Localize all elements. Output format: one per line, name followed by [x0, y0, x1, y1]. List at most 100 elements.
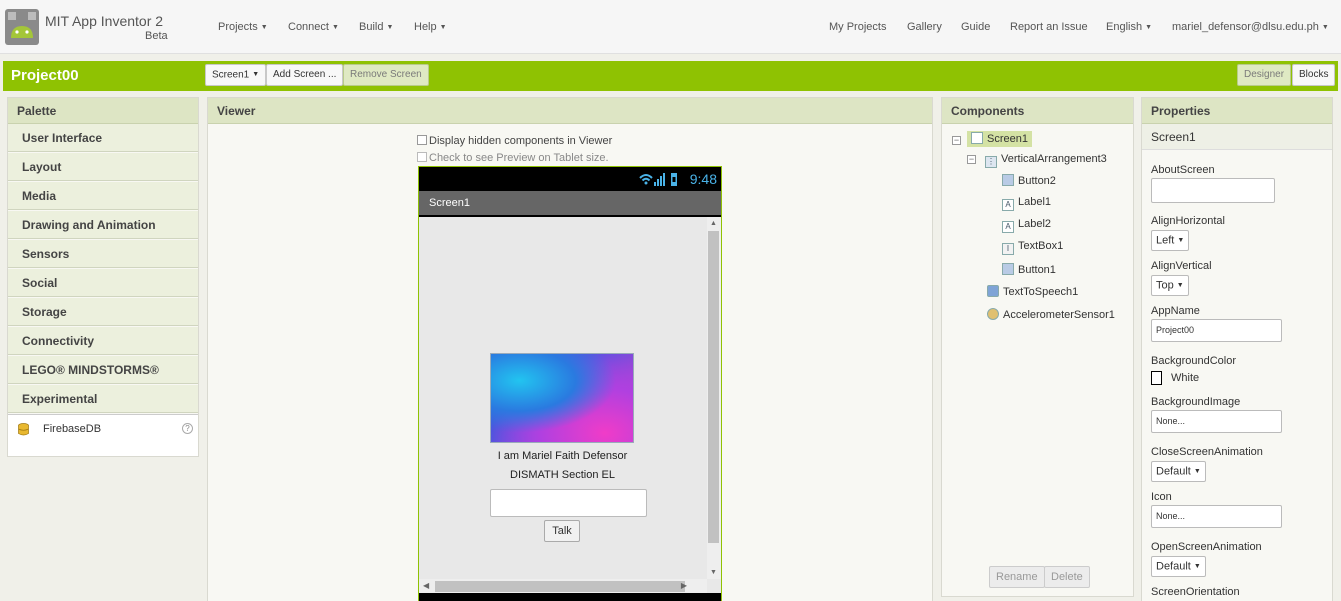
scroll-left-icon[interactable]: ◀ — [423, 581, 429, 590]
caret-down-icon: ▼ — [1176, 282, 1184, 289]
menu-help[interactable]: Help ▼ — [414, 21, 447, 33]
prop-label-icon: Icon — [1151, 491, 1172, 503]
remove-screen-button[interactable]: Remove Screen — [343, 64, 429, 86]
tree-item-screen1[interactable]: Screen1 — [967, 131, 1032, 147]
button-icon — [1002, 174, 1014, 186]
help-icon[interactable]: ? — [182, 423, 193, 434]
background-image[interactable] — [490, 353, 634, 443]
phone-screen: I am Mariel Faith Defensor DISMATH Secti… — [419, 215, 721, 593]
add-screen-button[interactable]: Add Screen ... — [266, 64, 344, 86]
caret-down-icon: ▼ — [386, 23, 394, 31]
palette-category-storage[interactable]: Storage — [8, 298, 198, 326]
link-gallery[interactable]: Gallery — [907, 21, 942, 33]
rename-button[interactable]: Rename — [989, 566, 1045, 588]
icon-input[interactable]: None... — [1151, 505, 1282, 528]
phone-nav-bar — [419, 593, 721, 601]
menu-connect[interactable]: Connect ▼ — [288, 21, 339, 33]
prop-label-backgroundimage: BackgroundImage — [1151, 396, 1241, 408]
scroll-down-icon[interactable]: ▼ — [710, 569, 717, 576]
phone-clock: 9:48 — [689, 171, 717, 187]
tree-item-texttospeech1[interactable]: TextToSpeech1 — [987, 285, 1078, 298]
screen-select[interactable]: Screen1 ▼ — [205, 64, 267, 86]
prop-label-aboutscreen: AboutScreen — [1151, 164, 1215, 176]
tree-item-label1[interactable]: A Label1 — [1002, 196, 1051, 211]
properties-panel: Properties Screen1 AboutScreen AlignHori… — [1141, 97, 1333, 601]
palette-category-layout[interactable]: Layout — [8, 153, 198, 181]
tree-item-verticalarrangement3[interactable]: ⋮ VerticalArrangement3 — [985, 153, 1107, 168]
caret-down-icon: ▼ — [1177, 237, 1185, 244]
palette-category-connectivity[interactable]: Connectivity — [8, 327, 198, 355]
caret-down-icon: ▼ — [260, 23, 268, 31]
prop-label-screenorientation: ScreenOrientation — [1151, 586, 1240, 598]
app-beta-label: Beta — [145, 30, 168, 42]
signal-battery-icon — [639, 173, 677, 186]
top-bar: MIT App Inventor 2 Beta Projects ▼ Connec… — [0, 0, 1341, 54]
tablet-preview-checkbox[interactable] — [417, 152, 427, 162]
textbox1[interactable] — [490, 489, 647, 517]
caret-down-icon: ▼ — [439, 23, 447, 31]
palette-category-drawing-animation[interactable]: Drawing and Animation — [8, 211, 198, 239]
speech-bubble-icon — [987, 285, 999, 297]
caret-down-icon: ▼ — [1321, 23, 1329, 31]
phone-status-bar: 9:48 — [419, 167, 721, 191]
blocks-button[interactable]: Blocks — [1292, 64, 1336, 86]
scroll-up-icon[interactable]: ▲ — [710, 220, 717, 227]
tree-item-accelerometersensor1[interactable]: AccelerometerSensor1 — [987, 308, 1115, 321]
palette-category-sensors[interactable]: Sensors — [8, 240, 198, 268]
tree-item-label2[interactable]: A Label2 — [1002, 218, 1051, 233]
appname-input[interactable]: Project00 — [1151, 319, 1282, 342]
scroll-right-icon[interactable]: ▶ — [681, 581, 687, 590]
vertical-scrollbar[interactable]: ▲ ▼ — [707, 217, 721, 579]
palette-category-experimental[interactable]: Experimental — [8, 385, 198, 413]
components-title: Components — [942, 98, 1133, 124]
menu-projects[interactable]: Projects ▼ — [218, 21, 268, 33]
palette-panel: Palette User Interface Layout Media Draw… — [7, 97, 199, 457]
tree-item-button1[interactable]: Button1 — [1002, 263, 1056, 276]
collapse-icon[interactable]: − — [967, 155, 976, 164]
tree-item-button2[interactable]: Button2 — [1002, 174, 1056, 187]
arrangement-icon: ⋮ — [985, 156, 997, 168]
link-my-projects[interactable]: My Projects — [829, 21, 886, 33]
alignhorizontal-select[interactable]: Left ▼ — [1151, 230, 1190, 251]
palette-category-social[interactable]: Social — [8, 269, 198, 297]
language-menu[interactable]: English ▼ — [1106, 21, 1152, 33]
palette-category-user-interface[interactable]: User Interface — [8, 124, 198, 152]
screen-icon — [971, 132, 983, 144]
display-hidden-checkbox-row[interactable]: Display hidden components in Viewer — [417, 135, 612, 147]
display-hidden-checkbox[interactable] — [417, 135, 427, 145]
label-icon: A — [1002, 199, 1014, 211]
backgroundcolor-value[interactable]: White — [1171, 372, 1199, 384]
app-inventor-logo-icon[interactable] — [4, 8, 40, 46]
caret-down-icon: ▼ — [1193, 468, 1201, 475]
alignvertical-select[interactable]: Top ▼ — [1151, 275, 1189, 296]
tablet-preview-checkbox-row[interactable]: Check to see Preview on Tablet size. — [417, 152, 609, 164]
aboutscreen-textarea[interactable] — [1151, 178, 1275, 203]
prop-label-appname: AppName — [1151, 305, 1200, 317]
vertical-scroll-thumb[interactable] — [708, 231, 719, 543]
user-menu[interactable]: mariel_defensor@dlsu.edu.ph ▼ — [1172, 21, 1329, 33]
link-report-issue[interactable]: Report an Issue — [1010, 21, 1088, 33]
designer-button[interactable]: Designer — [1237, 64, 1292, 86]
tree-item-textbox1[interactable]: I TextBox1 — [1002, 240, 1063, 255]
palette-category-lego[interactable]: LEGO® MINDSTORMS® — [8, 356, 198, 384]
closescreenanimation-select[interactable]: Default ▼ — [1151, 461, 1206, 482]
label1[interactable]: I am Mariel Faith Defensor — [419, 450, 706, 462]
link-guide[interactable]: Guide — [961, 21, 990, 33]
accelerometer-icon — [987, 308, 999, 320]
palette-item-firebasedb[interactable]: FirebaseDB ? — [8, 414, 198, 456]
delete-button[interactable]: Delete — [1044, 566, 1090, 588]
openscreenanimation-select[interactable]: Default ▼ — [1151, 556, 1206, 577]
collapse-icon[interactable]: − — [952, 136, 961, 145]
talk-button[interactable]: Talk — [544, 520, 580, 542]
horizontal-scroll-thumb[interactable] — [435, 581, 685, 592]
menu-build[interactable]: Build ▼ — [359, 21, 393, 33]
prop-label-closescreenanimation: CloseScreenAnimation — [1151, 446, 1263, 458]
project-toolbar: Project00 Screen1 ▼ Add Screen ... Remove… — [3, 61, 1338, 91]
backgroundimage-input[interactable]: None... — [1151, 410, 1282, 433]
color-swatch[interactable] — [1151, 371, 1162, 385]
palette-category-media[interactable]: Media — [8, 182, 198, 210]
caret-down-icon: ▼ — [1145, 23, 1153, 31]
project-name: Project00 — [11, 67, 79, 84]
horizontal-scrollbar[interactable]: ◀ ▶ — [419, 579, 707, 593]
label2[interactable]: DISMATH Section EL — [419, 469, 706, 481]
